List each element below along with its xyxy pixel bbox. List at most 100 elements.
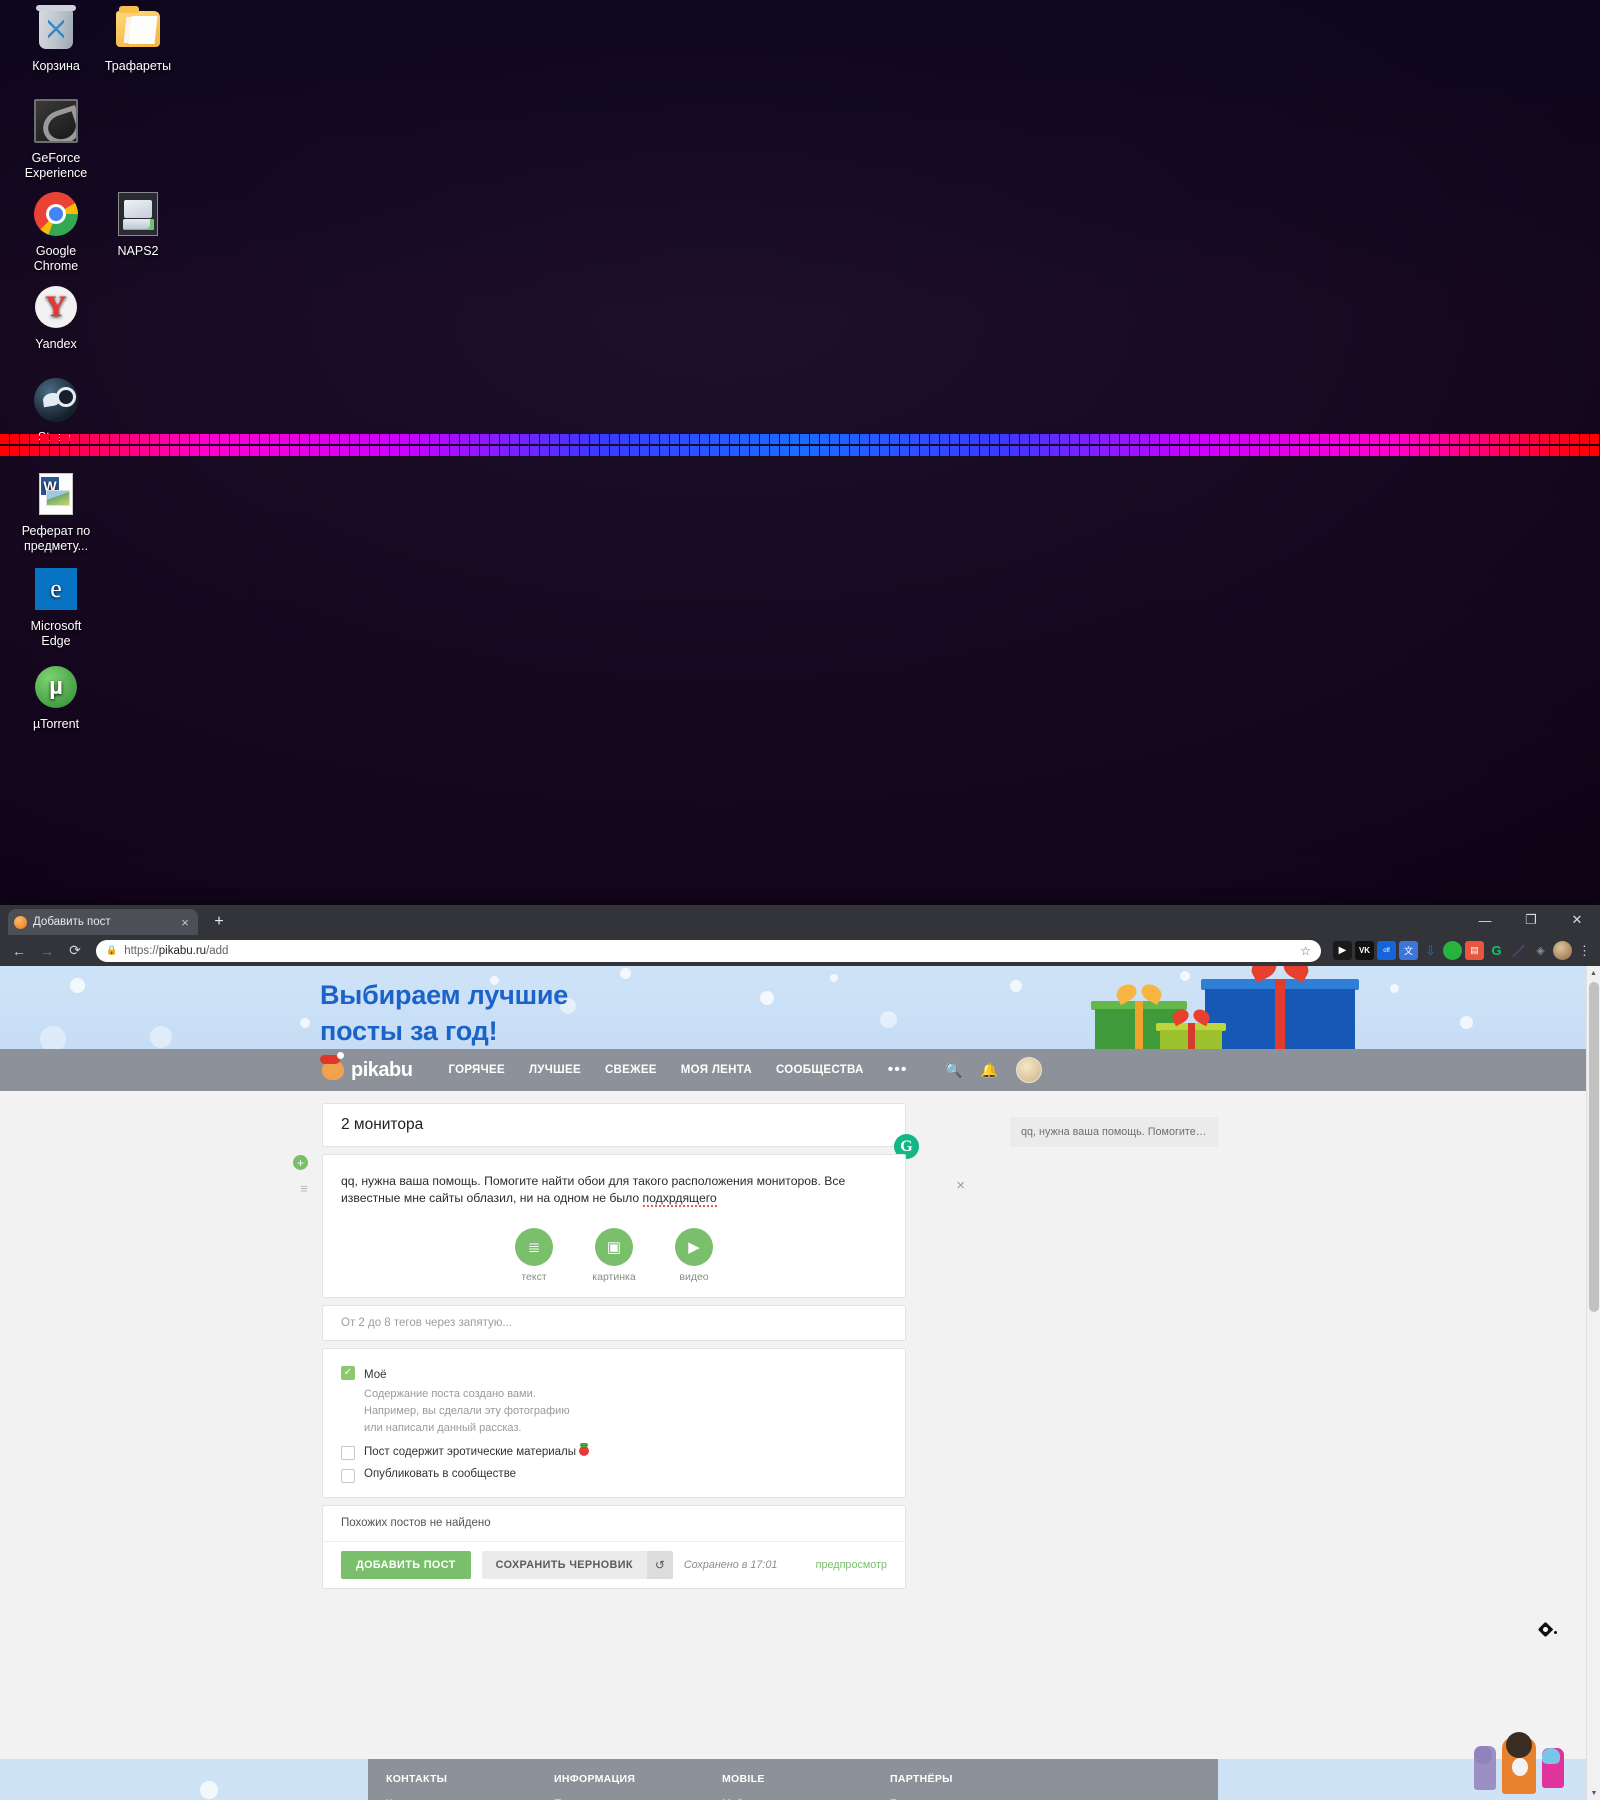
nav-link-hot[interactable]: ГОРЯЧЕЕ bbox=[448, 1064, 504, 1076]
youtube-extension-icon[interactable]: ▶ bbox=[1333, 941, 1352, 960]
scrollbar-thumb[interactable] bbox=[1589, 982, 1599, 1312]
insert-text-label: текст bbox=[521, 1270, 547, 1283]
footer-column-partners: ПАРТНЁРЫ Fornex.com bbox=[890, 1773, 1058, 1800]
insert-image-label: картинка bbox=[592, 1270, 636, 1283]
profile-avatar-icon[interactable] bbox=[1553, 941, 1572, 960]
word-document-icon bbox=[32, 470, 80, 518]
checkbox-mine[interactable]: ✓ bbox=[341, 1365, 355, 1380]
glitch-cell bbox=[380, 432, 389, 456]
desktop-icon-utorrent[interactable]: µ µTorrent bbox=[8, 663, 104, 732]
user-avatar[interactable] bbox=[1015, 1057, 1042, 1083]
pikabu-logo[interactable]: pikabu bbox=[320, 1052, 413, 1082]
grammarly-extension-icon[interactable]: G bbox=[1487, 941, 1506, 960]
new-tab-button[interactable]: + bbox=[206, 909, 232, 935]
glitch-cell bbox=[1500, 432, 1509, 456]
insert-text-button[interactable]: ≣ текст bbox=[503, 1227, 565, 1283]
insert-image-button[interactable]: ▣ картинка bbox=[583, 1227, 645, 1283]
notifications-bell-icon[interactable]: 🔔 bbox=[980, 1062, 997, 1079]
nav-more-icon[interactable]: ••• bbox=[888, 1061, 908, 1079]
option-community[interactable]: Опубликовать в сообществе bbox=[341, 1468, 887, 1483]
glitch-cell bbox=[590, 432, 599, 456]
desktop-icon-geforce-experience[interactable]: GeForce Experience bbox=[8, 97, 104, 181]
glitch-cell bbox=[1490, 432, 1499, 456]
glitch-cell bbox=[220, 432, 229, 456]
glitch-cell bbox=[140, 432, 149, 456]
new-year-promo-banner[interactable]: Выбираем лучшие посты за год! bbox=[0, 966, 1600, 1049]
glitch-cell bbox=[520, 432, 529, 456]
option-mine-hint: Содержание поста создано вами. Например, … bbox=[364, 1387, 570, 1434]
revert-draft-icon[interactable]: ↺ bbox=[646, 1550, 673, 1579]
sputnik-extension-icon[interactable] bbox=[1443, 941, 1462, 960]
glitch-cell bbox=[210, 432, 219, 456]
save-draft-button[interactable]: СОХРАНИТЬ ЧЕРНОВИК bbox=[481, 1550, 647, 1579]
browser-tab-add-post[interactable]: Добавить пост × bbox=[8, 909, 198, 935]
minimize-button[interactable]: — bbox=[1462, 905, 1508, 935]
glitch-cell bbox=[870, 432, 879, 456]
maximize-button[interactable]: ❐ bbox=[1508, 905, 1554, 935]
tags-extension-icon[interactable]: ◈ bbox=[1531, 941, 1550, 960]
character-center-hood bbox=[1506, 1732, 1532, 1758]
highlight-pen-extension-icon[interactable]: ／ bbox=[1509, 941, 1528, 960]
submit-post-button[interactable]: ДОБАВИТЬ ПОСТ bbox=[341, 1550, 471, 1579]
glitch-cell bbox=[280, 432, 289, 456]
glitch-cell bbox=[370, 432, 379, 456]
checkbox-community[interactable] bbox=[341, 1468, 355, 1483]
winter-characters-widget[interactable] bbox=[1466, 1621, 1586, 1800]
drag-handle-icon[interactable]: ≡ bbox=[293, 1182, 315, 1195]
chrome-menu-icon[interactable]: ⋮ bbox=[1575, 941, 1594, 960]
desktop-icon-yandex[interactable]: Y Yandex bbox=[8, 283, 104, 352]
scroll-up-arrow[interactable]: ▲ bbox=[1587, 966, 1600, 980]
post-body-block[interactable]: + ≡ × qq, нужна ваша помощь. Помогите на… bbox=[293, 1154, 965, 1298]
glitch-cell bbox=[1420, 432, 1429, 456]
download-cloud-extension-icon[interactable]: ⇩ bbox=[1421, 941, 1440, 960]
page-scrollbar[interactable]: ▲ ▼ bbox=[1586, 966, 1600, 1800]
address-bar[interactable]: 🔒 https://pikabu.ru/add ☆ bbox=[96, 939, 1321, 962]
forward-icon[interactable]: → bbox=[34, 938, 60, 964]
remove-block-button[interactable]: × bbox=[956, 1177, 965, 1194]
nav-link-best[interactable]: ЛУЧШЕЕ bbox=[529, 1064, 581, 1076]
glitch-cell bbox=[60, 432, 69, 456]
back-icon[interactable]: ← bbox=[6, 938, 32, 964]
google-translate-extension-icon[interactable]: 文 bbox=[1399, 941, 1418, 960]
glitch-cell bbox=[490, 432, 499, 456]
preview-link[interactable]: предпросмотр bbox=[816, 1559, 887, 1571]
snowball bbox=[1512, 1758, 1528, 1776]
search-icon[interactable]: 🔍 bbox=[945, 1062, 962, 1079]
nav-link-communities[interactable]: СООБЩЕСТВА bbox=[776, 1064, 864, 1076]
glitch-cell bbox=[630, 432, 639, 456]
glitch-cell bbox=[1410, 432, 1419, 456]
option-erotic[interactable]: Пост содержит эротические материалы bbox=[341, 1442, 887, 1460]
adblock-extension-icon[interactable]: off bbox=[1377, 941, 1396, 960]
checkbox-erotic[interactable] bbox=[341, 1445, 355, 1460]
gift-box-lime bbox=[1156, 1006, 1226, 1049]
glitch-cell bbox=[1200, 432, 1209, 456]
scroll-down-arrow[interactable]: ▼ bbox=[1587, 1786, 1600, 1800]
glitch-cell bbox=[720, 432, 729, 456]
vk-extension-icon[interactable]: VK bbox=[1355, 941, 1374, 960]
desktop-icon-naps2[interactable]: NAPS2 bbox=[90, 190, 186, 259]
close-window-button[interactable]: ✕ bbox=[1554, 905, 1600, 935]
window-controls: — ❐ ✕ bbox=[1462, 905, 1600, 935]
close-tab-icon[interactable]: × bbox=[178, 915, 192, 930]
glitch-cell bbox=[470, 432, 479, 456]
glitch-cell bbox=[1110, 432, 1119, 456]
option-mine[interactable]: ✓ Моё Содержание поста создано вами. Напр… bbox=[341, 1365, 887, 1437]
glitch-cell bbox=[920, 432, 929, 456]
desktop-icon-label: Трафареты bbox=[104, 59, 172, 73]
glitch-cell bbox=[940, 432, 949, 456]
insert-video-button[interactable]: ▶ видео bbox=[663, 1227, 725, 1283]
desktop-icon-stencils-folder[interactable]: Трафареты bbox=[90, 5, 186, 74]
bookmark-star-icon[interactable]: ☆ bbox=[1300, 944, 1311, 958]
nav-link-my-feed[interactable]: МОЯ ЛЕНТА bbox=[681, 1064, 752, 1076]
nav-link-fresh[interactable]: СВЕЖЕЕ bbox=[605, 1064, 657, 1076]
pdf-extension-icon[interactable]: ▤ bbox=[1465, 941, 1484, 960]
tags-input[interactable]: От 2 до 8 тегов через запятую... bbox=[322, 1304, 906, 1341]
post-title-field[interactable]: 2 монитора G bbox=[322, 1103, 919, 1159]
option-erotic-label: Пост содержит эротические материалы bbox=[364, 1442, 590, 1458]
chat-bubble-icon[interactable] bbox=[1537, 1621, 1557, 1640]
reload-icon[interactable]: ⟳ bbox=[62, 938, 88, 964]
desktop-icon-word-document[interactable]: Реферат попредмету... bbox=[8, 470, 104, 554]
save-draft-control[interactable]: СОХРАНИТЬ ЧЕРНОВИК ↺ bbox=[481, 1550, 673, 1579]
add-block-button[interactable]: + bbox=[293, 1155, 308, 1170]
desktop-icon-microsoft-edge[interactable]: e Microsoft Edge bbox=[8, 565, 104, 649]
